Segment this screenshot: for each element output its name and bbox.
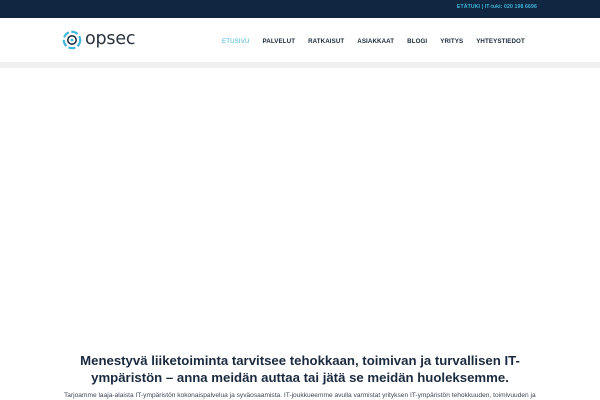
site-header: opsec ETUSIVU PALVELUT RATKAISUT ASIAKKA… <box>0 18 600 62</box>
nav-item-etusivu[interactable]: ETUSIVU <box>222 38 250 45</box>
nav-item-yhteystiedot[interactable]: YHTEYSTIEDOT <box>476 38 525 45</box>
nav-item-palvelut[interactable]: PALVELUT <box>263 38 296 45</box>
support-contact-link[interactable]: ETÄTUKI | IT-tuki: 020 198 6696 <box>457 4 537 10</box>
main-navigation: ETUSIVU PALVELUT RATKAISUT ASIAKKAAT BLO… <box>222 36 525 46</box>
intro-paragraph: Tarjoamme laaja-alaista IT-ympäristön ko… <box>64 392 536 399</box>
brand-name: opsec <box>85 29 136 50</box>
opsec-logo-icon <box>62 30 82 50</box>
nav-item-yritys[interactable]: YRITYS <box>440 38 463 45</box>
hero-area <box>0 68 600 340</box>
nav-item-blogi[interactable]: BLOGI <box>407 38 427 45</box>
page-headline: Menestyvä liiketoiminta tarvitsee tehokk… <box>80 353 520 385</box>
site-logo[interactable]: opsec <box>62 27 136 53</box>
nav-item-asiakkaat[interactable]: ASIAKKAAT <box>357 38 394 45</box>
nav-item-ratkaisut[interactable]: RATKAISUT <box>308 38 344 45</box>
top-bar: ETÄTUKI | IT-tuki: 020 198 6696 <box>0 0 600 18</box>
